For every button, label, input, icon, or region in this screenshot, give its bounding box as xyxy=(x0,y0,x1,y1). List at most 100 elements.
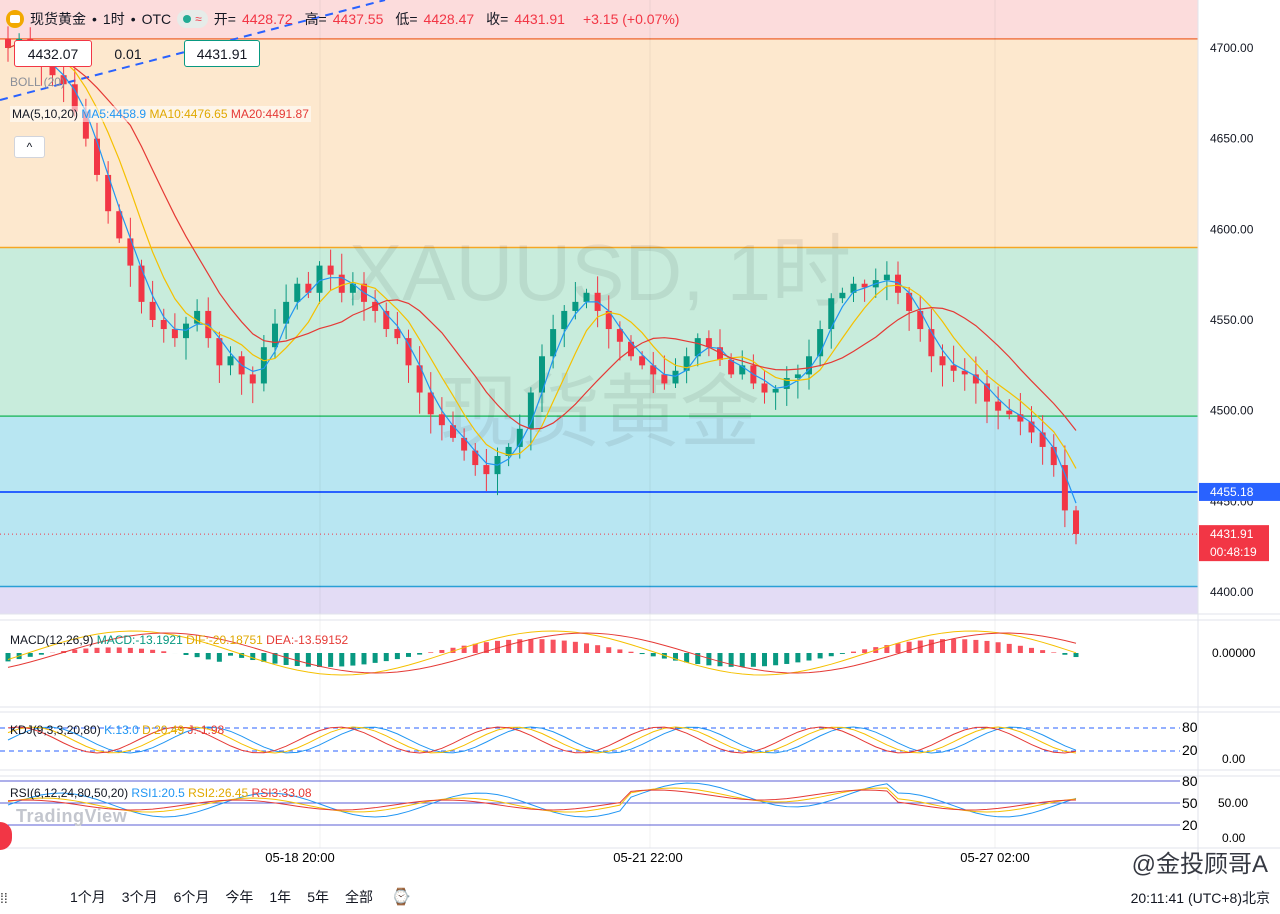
macd-bar xyxy=(105,647,111,653)
macd-bar xyxy=(317,653,322,667)
market-status-badge[interactable]: ≈ xyxy=(177,10,208,28)
candle-body xyxy=(216,338,223,366)
macd-bar xyxy=(417,653,423,655)
candle-body xyxy=(572,301,579,311)
macd-bar xyxy=(606,647,612,653)
macd-bar xyxy=(1006,643,1012,653)
candle-body xyxy=(138,265,145,302)
boll-legend[interactable]: BOLL (20) xyxy=(10,75,65,89)
time-tick: 05-21 22:00 xyxy=(613,850,682,865)
kdj-level-label: 20 xyxy=(1182,742,1198,758)
macd-bar xyxy=(205,653,211,660)
ma-legend[interactable]: MA(5,10,20) MA5:4458.9 MA10:4476.65 MA20… xyxy=(10,106,311,122)
candle-body xyxy=(327,265,334,275)
zone-orange xyxy=(0,38,1198,248)
candle-body xyxy=(171,329,178,339)
date-range-icon[interactable]: ⌚ xyxy=(391,887,411,907)
candle-body xyxy=(316,265,323,293)
chart-canvas[interactable]: XAUUSD, 1时现货黄金4700.004650.004600.004550.… xyxy=(0,0,1280,914)
rsi-legend[interactable]: RSI(6,12,24,80,50,20) RSI1:20.5 RSI2:26.… xyxy=(10,786,312,800)
candle-body xyxy=(94,138,100,175)
macd-legend[interactable]: MACD(12,26,9) MACD:-13.1921 DIF:-20.1875… xyxy=(10,633,348,647)
candle-body xyxy=(249,374,256,384)
candle-body xyxy=(149,301,156,320)
macd-bar xyxy=(806,653,812,661)
macd-bar xyxy=(361,653,367,665)
ohlc-item: 低= 4428.47 xyxy=(395,11,480,27)
candle-body xyxy=(272,323,278,348)
macd-bar xyxy=(328,653,334,667)
macd-bar xyxy=(5,653,11,662)
candle-body xyxy=(683,356,690,371)
macd-bar xyxy=(539,639,545,653)
ohlc-item: 高= 4437.55 xyxy=(305,11,390,27)
macd-bar xyxy=(183,653,189,655)
macd-bar xyxy=(27,653,33,657)
wave-icon: ≈ xyxy=(195,12,202,26)
range-button[interactable]: 3个月 xyxy=(122,887,158,907)
collapse-legend-button[interactable]: ^ xyxy=(14,136,45,158)
range-button[interactable]: 6个月 xyxy=(174,887,210,907)
ohlc-value: +3.15 (+0.07%) xyxy=(582,11,680,27)
rsi2-value: RSI2:26.45 xyxy=(188,786,249,800)
macd-bar xyxy=(283,653,289,665)
candle-body xyxy=(160,320,167,330)
macd-bar xyxy=(817,653,823,659)
ma5-value: MA5:4458.9 xyxy=(81,107,147,121)
macd-bar xyxy=(127,647,133,653)
ma-label: MA(5,10,20) xyxy=(12,107,79,121)
clock-readout[interactable]: 20:11:41 (UTC+8)北京 xyxy=(1131,888,1270,908)
macd-bar xyxy=(294,653,300,667)
candle-body xyxy=(450,425,456,438)
range-button[interactable]: 5年 xyxy=(307,887,329,907)
separator: • xyxy=(130,11,136,27)
macd-bar xyxy=(495,640,500,653)
candle-body xyxy=(427,392,434,415)
candle-body xyxy=(1006,410,1013,415)
range-button[interactable]: 全部 xyxy=(345,887,373,907)
candle-body xyxy=(772,388,779,393)
macd-bar xyxy=(228,653,233,656)
candle-body xyxy=(883,274,890,281)
macd-bar xyxy=(216,653,222,662)
macd-bar xyxy=(984,640,990,653)
ohlc-item: 收= 4431.91 xyxy=(486,11,571,27)
candle-body xyxy=(950,365,957,371)
kdj-legend[interactable]: KDJ(9,3,3,20,80) K:13.0 D:20.49 J:-1.98 xyxy=(10,723,224,737)
grid-icon[interactable]: ⁞⁞ xyxy=(0,890,8,906)
macd-bar xyxy=(428,652,434,653)
rsi-level-label: 50 xyxy=(1182,795,1198,811)
rsi-tick: 0.00 xyxy=(1222,831,1246,845)
candle-body xyxy=(550,329,557,357)
rsi-label: RSI(6,12,24,80,50,20) xyxy=(10,786,129,800)
candle-body xyxy=(672,370,679,384)
ohlc-key: 低= xyxy=(395,11,418,27)
candle-body xyxy=(405,338,412,366)
candle-body xyxy=(1073,510,1079,534)
macd-bar xyxy=(773,653,779,666)
kdj-level-label: 80 xyxy=(1182,719,1198,735)
last-price-text: 4431.91 xyxy=(1210,527,1254,541)
interval-label[interactable]: 1时 xyxy=(103,9,125,29)
range-button[interactable]: 1年 xyxy=(269,887,291,907)
macd-bar xyxy=(38,653,44,655)
candle-body xyxy=(583,292,590,302)
sell-button[interactable]: 4432.07 xyxy=(14,40,92,67)
rsi1-value: RSI1:20.5 xyxy=(131,786,185,800)
candle-body xyxy=(561,310,568,330)
macd-bar xyxy=(650,653,656,657)
price-tick: 4550.00 xyxy=(1210,313,1254,327)
macd-bar xyxy=(995,642,1001,653)
symbol-name[interactable]: 现货黄金 xyxy=(30,9,86,29)
buy-button[interactable]: 4431.91 xyxy=(184,40,260,67)
ohlc-key: 收= xyxy=(486,11,509,27)
macd-bar xyxy=(1073,653,1079,658)
macd-bar xyxy=(951,639,957,653)
ohlc-item: +3.15 (+0.07%) xyxy=(577,11,686,27)
macd-bar xyxy=(584,643,589,653)
range-button[interactable]: 今年 xyxy=(225,887,253,907)
macd-bar xyxy=(739,653,745,667)
macd-bar xyxy=(528,639,534,653)
range-button[interactable]: 1个月 xyxy=(70,887,106,907)
macd-bar xyxy=(717,653,723,667)
